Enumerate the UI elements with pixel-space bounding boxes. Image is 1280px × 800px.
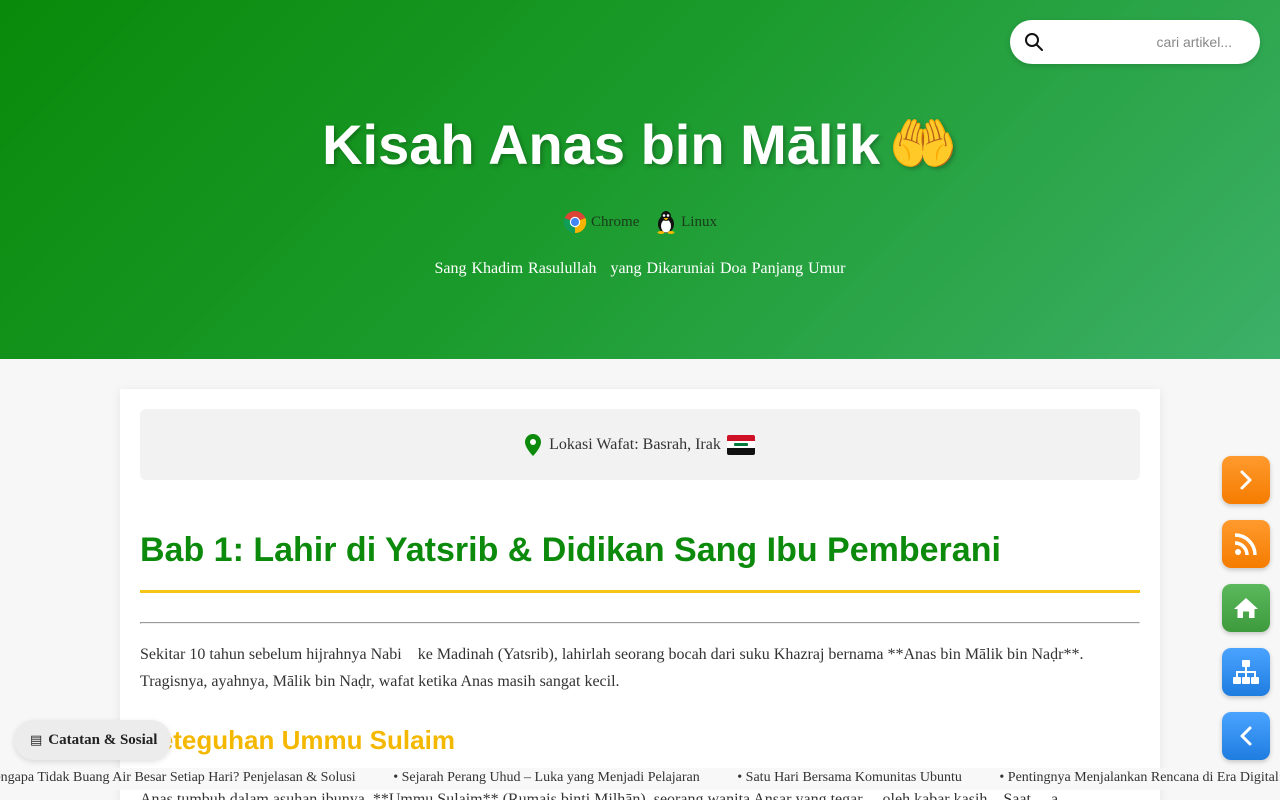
search-box[interactable] — [1010, 20, 1260, 64]
news-ticker: Mengapa Tidak Buang Air Besar Setiap Har… — [0, 768, 1280, 790]
section-divider — [140, 622, 1140, 624]
chapter-title: Bab 1: Lahir di Yatsrib & Didikan Sang I… — [140, 531, 1001, 569]
category-badge-label: Catatan & Sosial — [48, 731, 158, 748]
paragraph-text-3: Tragisnya, ayahnya, Mālik bin Naḍr, wafa… — [140, 673, 620, 690]
rss-icon — [1234, 533, 1257, 556]
ticker-item[interactable]: • Pentingnya Menjalankan Rencana di Era … — [999, 770, 1280, 786]
ticker-item[interactable]: Mengapa Tidak Buang Air Besar Setiap Har… — [0, 770, 356, 786]
article-paragraph-partial: Anas tumbuh dalam asuhan ibunya, **Ummu … — [140, 791, 1059, 800]
sitemap-icon — [1233, 660, 1259, 684]
death-location-text: Lokasi Wafat: Basrah, Irak — [549, 435, 721, 453]
newspaper-icon: ▤ — [30, 732, 43, 747]
chevron-left-icon — [1240, 726, 1252, 746]
home-icon — [1234, 598, 1258, 618]
category-badge[interactable]: ▤ Catatan & Sosial — [14, 720, 172, 760]
linux-tux-icon — [657, 211, 675, 234]
rss-button[interactable] — [1222, 520, 1270, 568]
browser-os-info: Chrome Linux — [0, 210, 1280, 239]
home-button[interactable] — [1222, 584, 1270, 632]
chrome-icon — [563, 211, 587, 234]
article-card: Lokasi Wafat: Basrah, Irak Bab 1: Lahir … — [120, 389, 1160, 800]
chapter-underline — [140, 590, 1140, 593]
subtitle-part-1: Sang Khadim Rasulullah — [434, 260, 597, 277]
search-icon — [1025, 33, 1043, 51]
page-title: Kisah Anas bin Mālik 🤲 — [0, 112, 1280, 177]
section-subheading: Keteguhan Ummu Sulaim — [140, 725, 455, 755]
paragraph-text-1: Sekitar 10 tahun sebelum hijrahnya Nabi — [140, 646, 402, 663]
back-button[interactable] — [1222, 712, 1270, 760]
browser-item-chrome: Chrome — [563, 210, 639, 234]
raised-hands-emoji: 🤲 — [888, 112, 958, 176]
chevron-right-icon — [1240, 470, 1252, 490]
ticker-item[interactable]: • Satu Hari Bersama Komunitas Ubuntu — [737, 770, 962, 786]
next-button[interactable] — [1222, 456, 1270, 504]
subtitle-part-2: yang Dikaruniai Doa Panjang Umur — [610, 260, 846, 277]
search-input[interactable] — [1056, 28, 1246, 56]
death-location-box: Lokasi Wafat: Basrah, Irak — [140, 409, 1140, 480]
ticker-item[interactable]: • Sejarah Perang Uhud – Luka yang Menjad… — [393, 770, 700, 786]
browser-label: Chrome — [591, 213, 640, 230]
iraq-flag-icon — [726, 434, 755, 455]
map-pin-icon — [525, 433, 542, 456]
article-paragraph: Sekitar 10 tahun sebelum hijrahnya Nabi k… — [140, 641, 1140, 695]
page-title-text: Kisah Anas bin Mālik — [322, 113, 881, 176]
os-item-linux: Linux — [655, 210, 717, 234]
sitemap-button[interactable] — [1222, 648, 1270, 696]
hero-subtitle: Sang Khadim Rasulullah yang Dikaruniai Do… — [0, 260, 1280, 278]
os-label: Linux — [681, 213, 717, 230]
paragraph-text-2: ke Madinah (Yatsrib), lahirlah seorang b… — [417, 646, 1084, 663]
